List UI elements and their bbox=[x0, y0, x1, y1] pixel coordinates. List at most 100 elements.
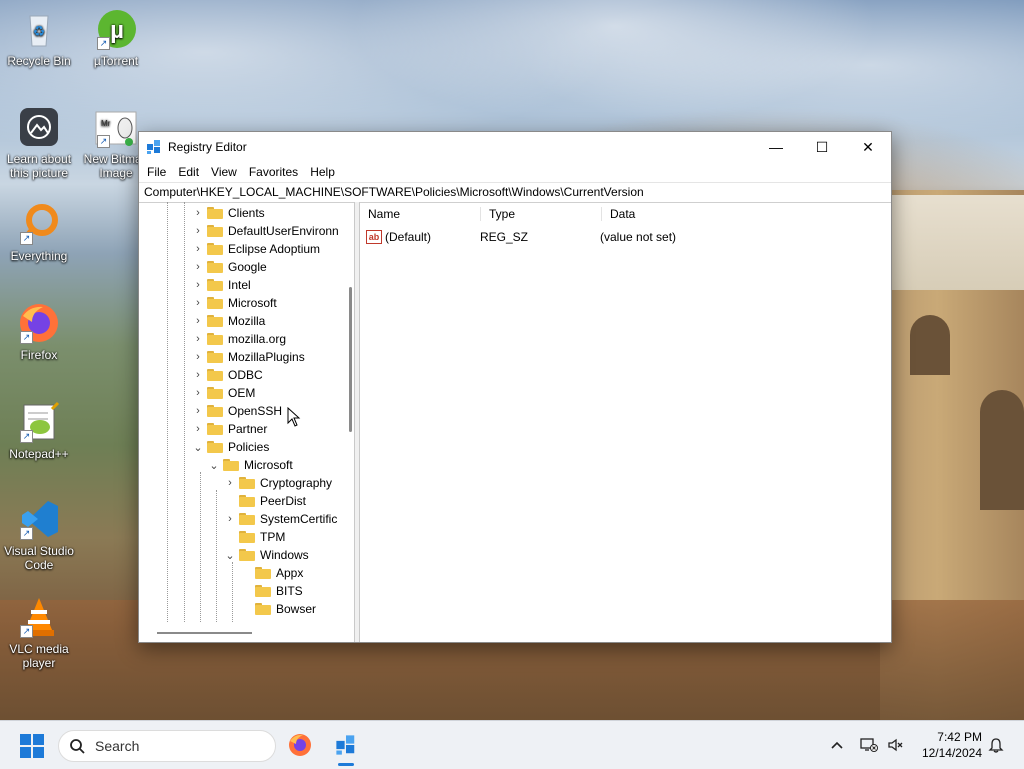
tree-item-windows[interactable]: ⌄ Windows bbox=[223, 546, 308, 564]
taskbar: Search 7:42 PM 12/14/2024 bbox=[0, 720, 1024, 769]
tree-item[interactable]: › ODBC bbox=[191, 366, 263, 384]
start-button[interactable] bbox=[20, 734, 44, 758]
expand-chevron-icon[interactable]: › bbox=[191, 207, 205, 219]
expand-chevron-icon[interactable]: › bbox=[191, 315, 205, 327]
taskbar-registry-editor[interactable] bbox=[331, 730, 361, 760]
menu-favorites[interactable]: Favorites bbox=[243, 165, 304, 179]
tree-item[interactable]: Appx bbox=[239, 564, 303, 582]
values-list[interactable]: Name Type Data ab (Default) REG_SZ (valu… bbox=[360, 202, 891, 642]
menu-help[interactable]: Help bbox=[304, 165, 341, 179]
collapse-chevron-icon[interactable]: ⌄ bbox=[191, 441, 205, 454]
expand-chevron-icon[interactable]: › bbox=[191, 369, 205, 381]
tree-item[interactable]: › Intel bbox=[191, 276, 251, 294]
maximize-button[interactable]: ☐ bbox=[799, 132, 845, 162]
address-bar[interactable]: Computer\HKEY_LOCAL_MACHINE\SOFTWARE\Pol… bbox=[139, 182, 891, 203]
tree-item[interactable]: › Clients bbox=[191, 204, 265, 222]
tree-item[interactable]: › Eclipse Adoptium bbox=[191, 240, 320, 258]
expand-chevron-icon[interactable]: › bbox=[223, 513, 237, 525]
folder-icon bbox=[207, 297, 223, 309]
volume-icon-button[interactable] bbox=[887, 721, 903, 769]
collapse-chevron-icon[interactable]: ⌄ bbox=[207, 459, 221, 472]
tree-item-policies[interactable]: ⌄ Policies bbox=[191, 438, 269, 456]
network-icon-button[interactable] bbox=[860, 721, 878, 769]
expand-chevron-icon[interactable]: › bbox=[191, 279, 205, 291]
column-header-data[interactable]: Data bbox=[602, 207, 635, 221]
folder-icon bbox=[207, 243, 223, 255]
column-header-type[interactable]: Type bbox=[481, 207, 602, 221]
expand-chevron-icon[interactable]: › bbox=[191, 225, 205, 237]
tree-item-label: PeerDist bbox=[260, 494, 307, 508]
utorrent-icon: µ ↗ bbox=[95, 8, 137, 50]
tree-item-policies-microsoft[interactable]: ⌄ Microsoft bbox=[207, 456, 292, 474]
tree-vertical-scrollbar[interactable] bbox=[349, 287, 352, 432]
value-name: (Default) bbox=[385, 230, 432, 244]
key-tree[interactable]: › Clients › DefaultUserEnvironn › Eclipse A… bbox=[139, 202, 355, 642]
show-hidden-icons[interactable] bbox=[830, 721, 844, 769]
tree-item[interactable]: Bowser bbox=[239, 600, 316, 618]
desktop-icon-everything[interactable]: ↗ Everything bbox=[1, 203, 77, 263]
value-row[interactable]: ab (Default) REG_SZ (value not set) bbox=[360, 226, 891, 248]
desktop-icon-vlc[interactable]: ↗ VLC media player bbox=[1, 596, 77, 670]
tree-item-label: ODBC bbox=[228, 368, 263, 382]
expand-chevron-icon[interactable]: › bbox=[191, 333, 205, 345]
expand-chevron-icon[interactable]: › bbox=[223, 477, 237, 489]
desktop-icon-firefox[interactable]: ↗ Firefox bbox=[1, 302, 77, 362]
close-button[interactable]: ✕ bbox=[845, 132, 891, 162]
tree-item[interactable]: › mozilla.org bbox=[191, 330, 286, 348]
firefox-icon bbox=[289, 734, 311, 756]
tree-item[interactable]: › Mozilla bbox=[191, 312, 265, 330]
expand-chevron-icon[interactable]: › bbox=[191, 351, 205, 363]
desktop-icon-notepadpp[interactable]: ↗ Notepad++ bbox=[1, 401, 77, 461]
bell-icon bbox=[988, 738, 1004, 753]
expand-chevron-icon[interactable]: › bbox=[191, 243, 205, 255]
folder-icon bbox=[239, 495, 255, 507]
expand-chevron-icon[interactable]: › bbox=[191, 297, 205, 309]
tree-horizontal-scrollbar[interactable] bbox=[157, 632, 252, 634]
folder-icon bbox=[239, 513, 255, 525]
tree-item[interactable]: › DefaultUserEnvironn bbox=[191, 222, 339, 240]
folder-icon bbox=[207, 369, 223, 381]
expand-chevron-icon[interactable]: › bbox=[191, 387, 205, 399]
menu-view[interactable]: View bbox=[205, 165, 243, 179]
title-bar[interactable]: Registry Editor — ☐ ✕ bbox=[139, 132, 891, 162]
tree-item-label: Google bbox=[228, 260, 267, 274]
desktop-icon-recycle-bin[interactable]: ♻ Recycle Bin bbox=[1, 8, 77, 68]
expand-chevron-icon[interactable]: › bbox=[191, 405, 205, 417]
expand-chevron-icon[interactable]: › bbox=[191, 423, 205, 435]
firefox-icon: ↗ bbox=[18, 302, 60, 344]
taskbar-search-box[interactable]: Search bbox=[58, 730, 276, 762]
tree-item[interactable]: BITS bbox=[239, 582, 303, 600]
tree-item[interactable]: › Microsoft bbox=[191, 294, 277, 312]
windows-logo-icon bbox=[20, 734, 31, 745]
tree-item[interactable]: › OEM bbox=[191, 384, 255, 402]
desktop-icon-utorrent[interactable]: µ ↗ µTorrent bbox=[78, 8, 154, 68]
tree-item-label: mozilla.org bbox=[228, 332, 287, 346]
menu-bar: File Edit View Favorites Help bbox=[139, 162, 891, 182]
bitmap-image-icon: Mr ↗ bbox=[95, 106, 137, 148]
tree-item[interactable]: TPM bbox=[223, 528, 285, 546]
notepadpp-icon: ↗ bbox=[18, 401, 60, 443]
folder-icon bbox=[207, 405, 223, 417]
tree-item[interactable]: PeerDist bbox=[223, 492, 306, 510]
desktop-icon-vscode[interactable]: ↗ Visual Studio Code bbox=[1, 498, 77, 572]
menu-edit[interactable]: Edit bbox=[172, 165, 205, 179]
expand-chevron-icon[interactable]: › bbox=[191, 261, 205, 273]
tree-item[interactable]: › Google bbox=[191, 258, 267, 276]
notifications-button[interactable] bbox=[988, 721, 1004, 769]
tree-item[interactable]: › MozillaPlugins bbox=[191, 348, 305, 366]
desktop-icon-learn-picture[interactable]: Learn about this picture bbox=[1, 106, 77, 180]
registry-editor-window[interactable]: Registry Editor — ☐ ✕ File Edit View Fav… bbox=[138, 131, 892, 643]
tree-item[interactable]: › Cryptography bbox=[223, 474, 332, 492]
tree-item[interactable]: › OpenSSH bbox=[191, 402, 282, 420]
tree-item[interactable]: › SystemCertific bbox=[223, 510, 337, 528]
collapse-chevron-icon[interactable]: ⌄ bbox=[223, 549, 237, 562]
tree-item[interactable]: › Partner bbox=[191, 420, 267, 438]
menu-file[interactable]: File bbox=[141, 165, 172, 179]
registry-editor-icon bbox=[147, 140, 160, 154]
minimize-button[interactable]: — bbox=[753, 132, 799, 162]
taskbar-firefox[interactable] bbox=[285, 730, 315, 760]
desktop-icon-label: Visual Studio Code bbox=[4, 544, 74, 572]
taskbar-clock[interactable]: 7:42 PM 12/14/2024 bbox=[912, 729, 982, 761]
column-header-name[interactable]: Name bbox=[360, 207, 481, 221]
everything-search-icon: ↗ bbox=[18, 203, 60, 245]
